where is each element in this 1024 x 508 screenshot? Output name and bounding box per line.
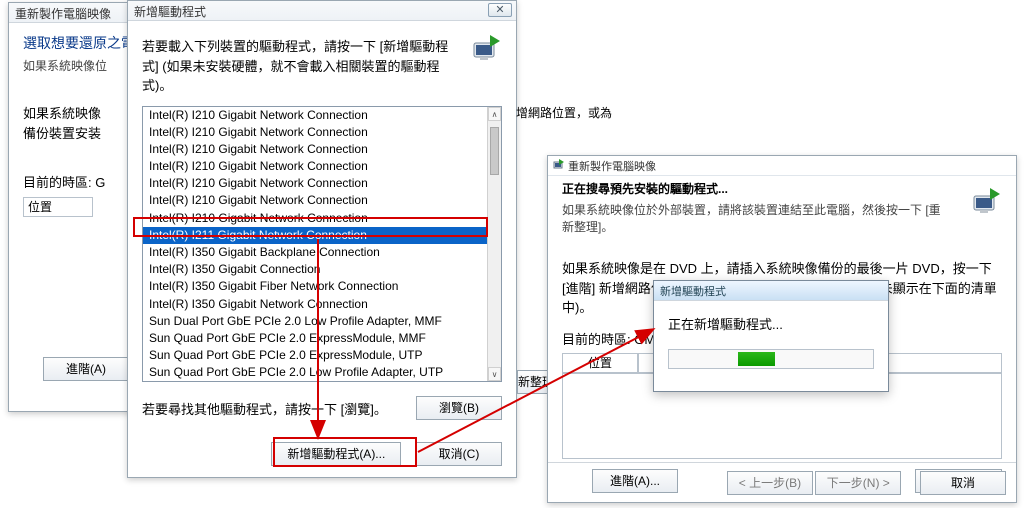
driver-list-item[interactable]: Intel(R) I350 Gigabit Backplane Connecti… xyxy=(143,244,501,261)
scroll-down-icon[interactable]: ∨ xyxy=(488,367,501,381)
back-button[interactable]: < 上一步(B) xyxy=(727,471,813,495)
add-driver-button[interactable]: 新增驅動程式(A)... xyxy=(271,442,401,466)
driver-list-item[interactable]: Sun Dual Port GbE PCIe 2.0 Low Profile A… xyxy=(143,313,501,330)
browse-button[interactable]: 瀏覽(B) xyxy=(416,396,502,420)
shield-icon xyxy=(552,158,566,175)
driver-list-item[interactable]: Sun Quad Port GbE PCIe 2.0 ExpressModule… xyxy=(143,330,501,347)
scrollbar[interactable]: ∧ ∨ xyxy=(487,107,501,381)
driver-list-item[interactable]: Intel(R) I210 Gigabit Network Connection xyxy=(143,141,501,158)
progress-dialog: 新增驅動程式 正在新增驅動程式... xyxy=(653,280,889,392)
right-titlebar: 重新製作電腦映像 xyxy=(548,156,1016,176)
next-button[interactable]: 下一步(N) > xyxy=(815,471,901,495)
driver-list-item[interactable]: Sun Quad Port GbE PCIe 2.0 Low Profile A… xyxy=(143,364,501,381)
driver-list-item[interactable]: Intel(R) I210 Gigabit Network Connection xyxy=(143,124,501,141)
driver-list-item[interactable]: Intel(R) I210 Gigabit Network Connection xyxy=(143,158,501,175)
driver-list-item[interactable]: Sun Quad Port GbE PCIe 2.0 ExpressModule… xyxy=(143,347,501,364)
driver-listbox[interactable]: Intel(R) I210 Gigabit Network Connection… xyxy=(142,106,502,382)
right-heading: 正在搜尋預先安裝的驅動程式... xyxy=(562,180,1002,197)
bg-advanced-button[interactable]: 進階(A) xyxy=(43,357,129,381)
partial-text: 增網路位置，或為 xyxy=(516,104,612,121)
computer-restore-icon xyxy=(466,27,506,70)
loc-header: 位置 xyxy=(562,353,638,373)
close-icon[interactable]: ✕ xyxy=(488,3,512,17)
add-driver-dialog: 新增驅動程式 ✕ 若要載入下列裝置的驅動程式，請按一下 [新增驅動程式] (如果… xyxy=(127,0,517,478)
driver-list-item[interactable]: Intel(R) I210 Gigabit Network Connection xyxy=(143,192,501,209)
right-cancel-button[interactable]: 取消 xyxy=(920,471,1006,495)
right-title: 重新製作電腦映像 xyxy=(568,158,656,174)
bg-loc: 位置 xyxy=(23,197,93,217)
add-instr2: 若要尋找其他驅動程式，請按一下 [瀏覽]。 xyxy=(142,400,387,420)
scroll-up-icon[interactable]: ∧ xyxy=(488,107,501,121)
progress-fill xyxy=(738,352,775,366)
prog-titlebar: 新增驅動程式 xyxy=(654,281,888,301)
driver-list-item[interactable]: Intel(R) I211 Gigabit Network Connection xyxy=(143,227,501,244)
add-title: 新增驅動程式 xyxy=(134,3,206,20)
right-sub: 如果系統映像位於外部裝置，請將該裝置連結至此電腦，然後按一下 [重新整理]。 xyxy=(562,201,952,235)
prog-msg: 正在新增驅動程式... xyxy=(668,315,874,335)
add-titlebar: 新增驅動程式 ✕ xyxy=(128,1,516,21)
computer-restore-icon xyxy=(966,180,1006,223)
scroll-thumb[interactable] xyxy=(490,127,499,175)
add-instr1: 若要載入下列裝置的驅動程式，請按一下 [新增驅動程式] (如果未安裝硬體，就不會… xyxy=(142,37,462,96)
bg-title: 重新製作電腦映像 xyxy=(15,5,111,22)
progress-bar xyxy=(668,349,874,369)
driver-list-item[interactable]: Intel(R) I210 Gigabit Network Connection xyxy=(143,107,501,124)
prog-title: 新增驅動程式 xyxy=(660,283,726,299)
cancel-button[interactable]: 取消(C) xyxy=(416,442,502,466)
driver-list-item[interactable]: Intel(R) I210 Gigabit Network Connection xyxy=(143,175,501,192)
driver-list-item[interactable]: Intel(R) I350 Gigabit Fiber Network Conn… xyxy=(143,278,501,295)
driver-list-item[interactable]: Intel(R) I350 Gigabit Network Connection xyxy=(143,296,501,313)
driver-list-item[interactable]: Intel(R) I350 Gigabit Connection xyxy=(143,261,501,278)
driver-list-item[interactable]: Intel(R) I210 Gigabit Network Connection xyxy=(143,210,501,227)
